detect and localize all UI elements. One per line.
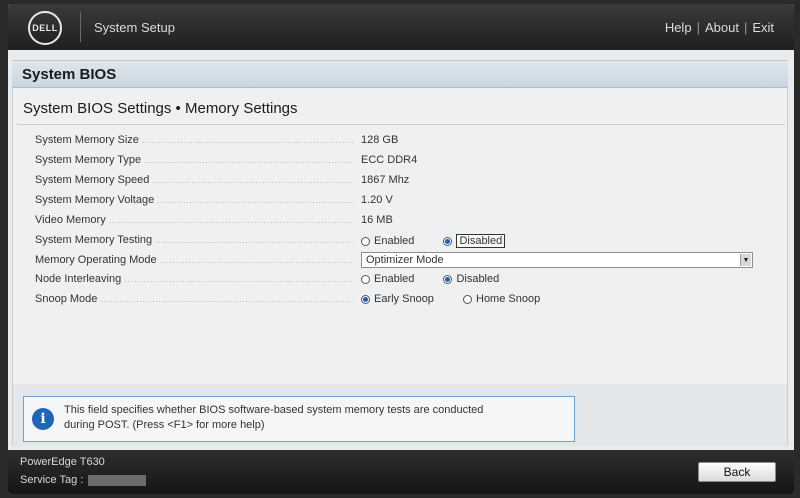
info-icon: i bbox=[32, 408, 54, 430]
radio-dot bbox=[361, 274, 370, 284]
setting-label: System Memory Speed bbox=[35, 174, 353, 186]
memory-testing-enabled-radio[interactable]: Enabled bbox=[361, 235, 414, 247]
radio-dot bbox=[361, 236, 370, 246]
dell-logo: DELL bbox=[28, 11, 62, 45]
home-snoop-radio[interactable]: Home Snoop bbox=[463, 293, 540, 305]
node-interleaving-disabled-radio[interactable]: Disabled bbox=[443, 273, 499, 285]
setting-label: System Memory Testing bbox=[35, 234, 353, 246]
setting-row-memory-operating-mode: Memory Operating Mode Optimizer Mode ▼ bbox=[35, 252, 775, 270]
app-title: System Setup bbox=[94, 20, 175, 35]
node-interleaving-enabled-radio[interactable]: Enabled bbox=[361, 273, 414, 285]
header-divider bbox=[80, 12, 81, 42]
radio-label: Enabled bbox=[374, 235, 415, 247]
radio-dot-selected bbox=[443, 236, 453, 246]
help-link[interactable]: Help bbox=[665, 20, 692, 35]
radio-label: Disabled bbox=[456, 234, 506, 248]
help-text-line: during POST. (Press <F1> for more help) bbox=[64, 419, 265, 431]
setting-value: 16 MB bbox=[361, 214, 393, 226]
early-snoop-radio[interactable]: Early Snoop bbox=[361, 293, 434, 305]
setting-row-memory-voltage: System Memory Voltage 1.20 V bbox=[35, 192, 775, 210]
setting-value: 1867 Mhz bbox=[361, 174, 410, 186]
setting-value: 128 GB bbox=[361, 134, 399, 146]
node-interleaving-radio-group: Enabled Disabled bbox=[361, 273, 525, 287]
radio-label: Disabled bbox=[456, 273, 500, 285]
footer-bar: PowerEdge T630 Service Tag : Back bbox=[8, 450, 794, 494]
link-separator: | bbox=[696, 20, 700, 35]
help-box: i This field specifies whether BIOS soft… bbox=[23, 396, 575, 442]
title-divider bbox=[17, 124, 785, 125]
header-links: Help | About | Exit bbox=[665, 20, 774, 35]
setting-row-memory-testing: System Memory Testing Enabled Disabled bbox=[35, 232, 775, 250]
setting-row-memory-speed: System Memory Speed 1867 Mhz bbox=[35, 172, 775, 190]
system-model: PowerEdge T630 bbox=[20, 456, 105, 468]
select-value: Optimizer Mode bbox=[366, 254, 444, 266]
exit-link[interactable]: Exit bbox=[752, 20, 774, 35]
setting-label: Node Interleaving bbox=[35, 273, 353, 285]
radio-label: Home Snoop bbox=[476, 293, 541, 305]
radio-dot-selected bbox=[443, 274, 453, 284]
service-tag-label: Service Tag : bbox=[20, 474, 84, 486]
link-separator: | bbox=[743, 20, 748, 35]
help-area: i This field specifies whether BIOS soft… bbox=[12, 384, 788, 446]
memory-operating-mode-select[interactable]: Optimizer Mode ▼ bbox=[361, 252, 753, 268]
redacted-service-tag bbox=[88, 474, 147, 486]
help-text-line: This field specifies whether BIOS softwa… bbox=[64, 404, 484, 416]
setting-row-memory-size: System Memory Size 128 GB bbox=[35, 132, 775, 150]
chevron-down-icon[interactable]: ▼ bbox=[740, 254, 751, 266]
memory-testing-disabled-radio[interactable]: Disabled bbox=[443, 234, 506, 248]
section-bar: System BIOS bbox=[12, 60, 788, 88]
page-title: System BIOS Settings • Memory Settings bbox=[23, 100, 298, 117]
setting-row-snoop-mode: Snoop Mode Early Snoop Home Snoop bbox=[35, 291, 775, 309]
setting-label: Video Memory bbox=[35, 214, 353, 226]
memory-testing-radio-group: Enabled Disabled bbox=[361, 234, 531, 249]
setting-value: ECC DDR4 bbox=[361, 154, 418, 166]
service-tag: Service Tag : bbox=[20, 474, 147, 486]
setting-value: 1.20 V bbox=[361, 194, 393, 206]
radio-dot bbox=[463, 294, 472, 304]
setting-row-node-interleaving: Node Interleaving Enabled Disabled bbox=[35, 271, 775, 289]
section-title: System BIOS bbox=[22, 66, 117, 83]
settings-panel: System BIOS Settings • Memory Settings S… bbox=[12, 88, 788, 384]
help-text: This field specifies whether BIOS softwa… bbox=[64, 403, 564, 433]
back-button[interactable]: Back bbox=[698, 462, 776, 482]
setting-row-video-memory: Video Memory 16 MB bbox=[35, 212, 775, 230]
setting-label: Memory Operating Mode bbox=[35, 254, 353, 266]
bios-screen: DELL System Setup Help | About | Exit System… bbox=[8, 4, 794, 494]
setting-label: System Memory Size bbox=[35, 134, 353, 146]
setting-label: System Memory Voltage bbox=[35, 194, 353, 206]
setting-row-memory-type: System Memory Type ECC DDR4 bbox=[35, 152, 775, 170]
radio-label: Early Snoop bbox=[374, 293, 434, 305]
radio-label: Enabled bbox=[374, 273, 415, 285]
radio-dot-selected bbox=[361, 294, 370, 304]
setting-label: System Memory Type bbox=[35, 154, 353, 166]
snoop-mode-radio-group: Early Snoop Home Snoop bbox=[361, 293, 566, 307]
about-link[interactable]: About bbox=[705, 20, 739, 35]
header-bar: DELL System Setup Help | About | Exit bbox=[8, 4, 794, 50]
setting-label: Snoop Mode bbox=[35, 293, 353, 305]
